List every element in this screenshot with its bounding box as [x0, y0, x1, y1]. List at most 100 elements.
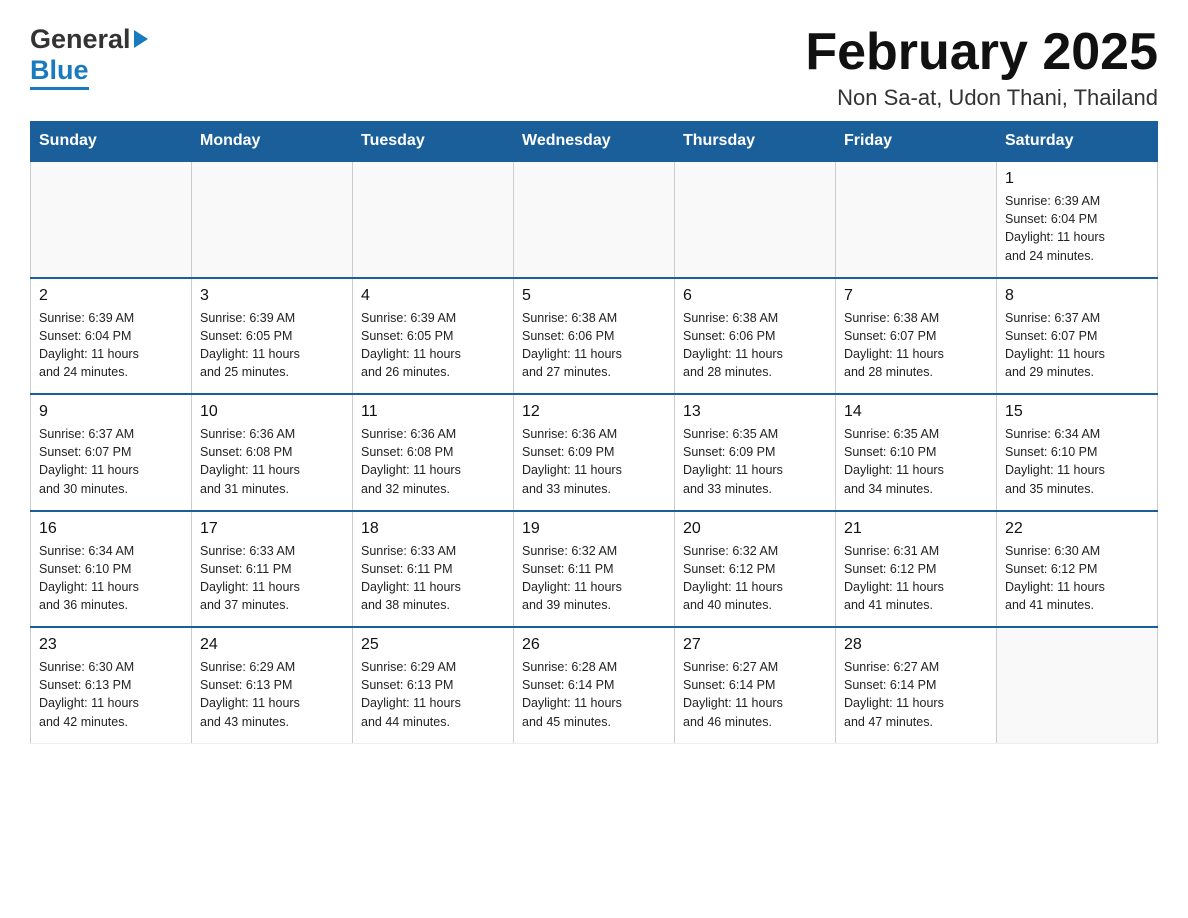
day-info: Sunrise: 6:34 AM Sunset: 6:10 PM Dayligh… — [1005, 425, 1149, 498]
calendar-cell — [192, 161, 353, 278]
col-thursday: Thursday — [675, 122, 836, 162]
calendar-cell: 9 Sunrise: 6:37 AM Sunset: 6:07 PM Daylig… — [31, 394, 192, 511]
col-saturday: Saturday — [997, 122, 1158, 162]
day-info: Sunrise: 6:30 AM Sunset: 6:12 PM Dayligh… — [1005, 542, 1149, 615]
calendar-week-row: 9 Sunrise: 6:37 AM Sunset: 6:07 PM Daylig… — [31, 394, 1158, 511]
calendar-cell: 5Sunrise: 6:38 AM Sunset: 6:06 PM Daylig… — [514, 278, 675, 395]
calendar-cell: 25 Sunrise: 6:29 AM Sunset: 6:13 PM Dayli… — [353, 627, 514, 743]
day-info: Sunrise: 6:38 AM Sunset: 6:07 PM Dayligh… — [844, 309, 988, 382]
calendar-cell: 20Sunrise: 6:32 AM Sunset: 6:12 PM Dayli… — [675, 511, 836, 628]
calendar-cell: 3 Sunrise: 6:39 AM Sunset: 6:05 PM Daylig… — [192, 278, 353, 395]
header: General Blue February 2025 Non Sa-at, Ud… — [30, 24, 1158, 111]
day-info: Sunrise: 6:27 AM Sunset: 6:14 PM Dayligh… — [844, 658, 988, 731]
calendar-table: Sunday Monday Tuesday Wednesday Thursday… — [30, 121, 1158, 744]
calendar-cell: 17 Sunrise: 6:33 AM Sunset: 6:11 PM Dayli… — [192, 511, 353, 628]
day-number: 15 — [1005, 403, 1149, 421]
calendar-cell: 4 Sunrise: 6:39 AM Sunset: 6:05 PM Daylig… — [353, 278, 514, 395]
day-number: 24 — [200, 636, 344, 654]
calendar-cell: 1 Sunrise: 6:39 AM Sunset: 6:04 PM Daylig… — [997, 161, 1158, 278]
calendar-cell — [997, 627, 1158, 743]
day-number: 6 — [683, 287, 827, 305]
calendar-week-row: 23 Sunrise: 6:30 AM Sunset: 6:13 PM Dayli… — [31, 627, 1158, 743]
day-info: Sunrise: 6:39 AM Sunset: 6:05 PM Dayligh… — [361, 309, 505, 382]
calendar-header-row: Sunday Monday Tuesday Wednesday Thursday… — [31, 122, 1158, 162]
calendar-cell: 28 Sunrise: 6:27 AM Sunset: 6:14 PM Dayli… — [836, 627, 997, 743]
day-info: Sunrise: 6:39 AM Sunset: 6:04 PM Dayligh… — [1005, 192, 1149, 265]
calendar-cell: 19 Sunrise: 6:32 AM Sunset: 6:11 PM Dayli… — [514, 511, 675, 628]
day-number: 8 — [1005, 287, 1149, 305]
title-block: February 2025 Non Sa-at, Udon Thani, Tha… — [805, 24, 1158, 111]
calendar-cell: 23 Sunrise: 6:30 AM Sunset: 6:13 PM Dayli… — [31, 627, 192, 743]
day-number: 25 — [361, 636, 505, 654]
day-number: 4 — [361, 287, 505, 305]
day-number: 22 — [1005, 520, 1149, 538]
day-number: 18 — [361, 520, 505, 538]
day-number: 7 — [844, 287, 988, 305]
day-info: Sunrise: 6:33 AM Sunset: 6:11 PM Dayligh… — [200, 542, 344, 615]
day-info: Sunrise: 6:38 AM Sunset: 6:06 PM Dayligh… — [683, 309, 827, 382]
day-info: Sunrise: 6:39 AM Sunset: 6:05 PM Dayligh… — [200, 309, 344, 382]
day-info: Sunrise: 6:29 AM Sunset: 6:13 PM Dayligh… — [200, 658, 344, 731]
day-number: 19 — [522, 520, 666, 538]
calendar-cell: 2Sunrise: 6:39 AM Sunset: 6:04 PM Daylig… — [31, 278, 192, 395]
day-info: Sunrise: 6:37 AM Sunset: 6:07 PM Dayligh… — [39, 425, 183, 498]
day-number: 16 — [39, 520, 183, 538]
calendar-header: Sunday Monday Tuesday Wednesday Thursday… — [31, 122, 1158, 162]
day-info: Sunrise: 6:36 AM Sunset: 6:08 PM Dayligh… — [200, 425, 344, 498]
calendar-cell: 13 Sunrise: 6:35 AM Sunset: 6:09 PM Dayli… — [675, 394, 836, 511]
day-info: Sunrise: 6:30 AM Sunset: 6:13 PM Dayligh… — [39, 658, 183, 731]
calendar-cell: 15 Sunrise: 6:34 AM Sunset: 6:10 PM Dayli… — [997, 394, 1158, 511]
page-subtitle: Non Sa-at, Udon Thani, Thailand — [805, 85, 1158, 111]
day-number: 23 — [39, 636, 183, 654]
day-number: 12 — [522, 403, 666, 421]
calendar-cell: 11Sunrise: 6:36 AM Sunset: 6:08 PM Dayli… — [353, 394, 514, 511]
calendar-cell: 10 Sunrise: 6:36 AM Sunset: 6:08 PM Dayli… — [192, 394, 353, 511]
col-wednesday: Wednesday — [514, 122, 675, 162]
day-number: 3 — [200, 287, 344, 305]
logo-blue-text: Blue — [30, 55, 89, 90]
day-number: 26 — [522, 636, 666, 654]
day-info: Sunrise: 6:35 AM Sunset: 6:09 PM Dayligh… — [683, 425, 827, 498]
calendar-cell: 24 Sunrise: 6:29 AM Sunset: 6:13 PM Dayli… — [192, 627, 353, 743]
day-number: 21 — [844, 520, 988, 538]
logo: General Blue — [30, 24, 148, 86]
day-number: 9 — [39, 403, 183, 421]
day-info: Sunrise: 6:27 AM Sunset: 6:14 PM Dayligh… — [683, 658, 827, 731]
day-info: Sunrise: 6:32 AM Sunset: 6:11 PM Dayligh… — [522, 542, 666, 615]
calendar-cell: 26 Sunrise: 6:28 AM Sunset: 6:14 PM Dayli… — [514, 627, 675, 743]
day-number: 5 — [522, 287, 666, 305]
calendar-week-row: 2Sunrise: 6:39 AM Sunset: 6:04 PM Daylig… — [31, 278, 1158, 395]
calendar-cell: 8 Sunrise: 6:37 AM Sunset: 6:07 PM Daylig… — [997, 278, 1158, 395]
calendar-cell: 18 Sunrise: 6:33 AM Sunset: 6:11 PM Dayli… — [353, 511, 514, 628]
calendar-cell: 7 Sunrise: 6:38 AM Sunset: 6:07 PM Daylig… — [836, 278, 997, 395]
calendar-cell: 14 Sunrise: 6:35 AM Sunset: 6:10 PM Dayli… — [836, 394, 997, 511]
day-info: Sunrise: 6:36 AM Sunset: 6:08 PM Dayligh… — [361, 425, 505, 498]
calendar-cell: 6 Sunrise: 6:38 AM Sunset: 6:06 PM Daylig… — [675, 278, 836, 395]
calendar-cell: 27 Sunrise: 6:27 AM Sunset: 6:14 PM Dayli… — [675, 627, 836, 743]
day-info: Sunrise: 6:34 AM Sunset: 6:10 PM Dayligh… — [39, 542, 183, 615]
day-number: 28 — [844, 636, 988, 654]
day-number: 27 — [683, 636, 827, 654]
day-info: Sunrise: 6:35 AM Sunset: 6:10 PM Dayligh… — [844, 425, 988, 498]
calendar-cell: 21Sunrise: 6:31 AM Sunset: 6:12 PM Dayli… — [836, 511, 997, 628]
day-number: 1 — [1005, 170, 1149, 188]
day-info: Sunrise: 6:33 AM Sunset: 6:11 PM Dayligh… — [361, 542, 505, 615]
day-number: 17 — [200, 520, 344, 538]
day-number: 13 — [683, 403, 827, 421]
day-info: Sunrise: 6:37 AM Sunset: 6:07 PM Dayligh… — [1005, 309, 1149, 382]
logo-general-text: General — [30, 24, 131, 55]
day-info: Sunrise: 6:29 AM Sunset: 6:13 PM Dayligh… — [361, 658, 505, 731]
calendar-cell — [353, 161, 514, 278]
calendar-cell: 16 Sunrise: 6:34 AM Sunset: 6:10 PM Dayli… — [31, 511, 192, 628]
day-info: Sunrise: 6:28 AM Sunset: 6:14 PM Dayligh… — [522, 658, 666, 731]
calendar-cell — [675, 161, 836, 278]
day-info: Sunrise: 6:36 AM Sunset: 6:09 PM Dayligh… — [522, 425, 666, 498]
calendar-cell — [514, 161, 675, 278]
day-number: 10 — [200, 403, 344, 421]
calendar-cell — [836, 161, 997, 278]
calendar-cell — [31, 161, 192, 278]
day-number: 14 — [844, 403, 988, 421]
col-tuesday: Tuesday — [353, 122, 514, 162]
calendar-body: 1 Sunrise: 6:39 AM Sunset: 6:04 PM Daylig… — [31, 161, 1158, 743]
day-info: Sunrise: 6:32 AM Sunset: 6:12 PM Dayligh… — [683, 542, 827, 615]
